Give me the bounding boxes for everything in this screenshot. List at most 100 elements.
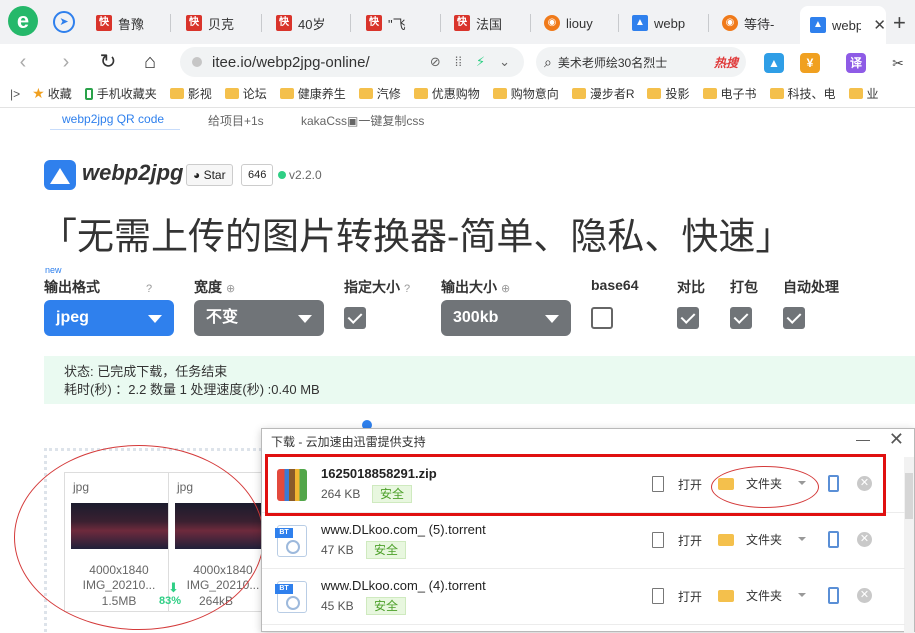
download-item[interactable]: BT www.DLkoo.com_ (4).torrent 45 KB 安全 打… [262, 569, 905, 625]
folder-icon [571, 88, 586, 99]
open-button[interactable]: 打开 [678, 588, 702, 605]
tab-5[interactable]: 快法国 [454, 9, 520, 37]
output-size-select[interactable]: 300kb [441, 300, 571, 336]
bookmark-folder[interactable]: 投影 [647, 85, 690, 102]
dialog-scrollbar[interactable] [904, 457, 914, 633]
bookmark-favorites[interactable]: ★ 收藏 [32, 85, 72, 102]
version-label: v2.2.0 [278, 168, 322, 182]
folder-icon [413, 88, 428, 99]
tab-7[interactable]: ▲ webp [632, 9, 698, 37]
base64-checkbox[interactable] [591, 307, 613, 329]
tab-6[interactable]: ◉ liouy [544, 9, 610, 37]
tab-separator [170, 14, 171, 32]
remove-item-icon[interactable]: ✕ [857, 532, 872, 547]
tab-3[interactable]: 快 40岁 [276, 9, 342, 37]
qr-code-link[interactable]: webp2jpg QR code [62, 112, 164, 126]
help-icon[interactable]: ? [404, 283, 410, 295]
close-icon[interactable]: ✕ [889, 429, 904, 450]
chevron-down-icon[interactable]: ⌄ [499, 54, 510, 70]
folder-icon [358, 88, 373, 99]
search-icon: ⌕ [544, 53, 552, 70]
scissors-icon[interactable]: ✂ [888, 53, 908, 73]
bookmark-bar: |> ★ 收藏 手机收藏夹 影视 论坛 健康养生 汽修 优惠购物 购物意向 漫步者… [0, 80, 915, 108]
tab-1[interactable]: 快鲁豫 [96, 9, 162, 37]
bookmark-folder[interactable]: 优惠购物 [413, 85, 480, 102]
bookmark-mobile[interactable]: 手机收藏夹 [84, 85, 157, 102]
folder-dropdown-icon[interactable] [798, 537, 806, 541]
compass-icon[interactable]: ➤ [53, 11, 75, 33]
grid-icon[interactable]: ⁞⁞ [455, 54, 462, 70]
format-select[interactable]: jpeg [44, 300, 174, 336]
dialog-title: 下载 - 云加速由迅雷提供支持 [271, 435, 426, 449]
forward-arrow-icon[interactable]: › [55, 51, 77, 73]
extension-icon[interactable]: ▲ [764, 53, 784, 73]
bookmark-folder[interactable]: 科技、电 [769, 85, 836, 102]
scrollbar-thumb[interactable] [905, 473, 913, 519]
plus-circle-icon[interactable]: ⊕ [501, 283, 510, 295]
news-favicon-icon: 快 [366, 15, 382, 31]
minimize-icon[interactable]: — [856, 431, 870, 447]
back-arrow-icon[interactable]: ‹ [12, 51, 34, 73]
annotation-circle [711, 466, 819, 508]
phone-icon [84, 87, 93, 100]
yen-extension-icon[interactable]: ¥ [800, 53, 820, 73]
tab-active[interactable]: ▲ webp ✕ [800, 6, 886, 44]
site-info-icon[interactable] [192, 57, 202, 67]
browser-logo-icon[interactable]: e [8, 6, 38, 36]
download-item[interactable]: BT www.DLkoo.com_ (5).torrent 47 KB 安全 打… [262, 513, 905, 569]
tab-2[interactable]: 快贝克 [186, 9, 252, 37]
sidebar-toggle-icon[interactable]: |> [10, 87, 20, 101]
width-select[interactable]: 不变 [194, 300, 324, 336]
torrent-file-icon: BT [275, 581, 307, 613]
tab-4[interactable]: 快 "飞 [366, 9, 432, 37]
bookmark-folder[interactable]: 购物意向 [492, 85, 559, 102]
plus-circle-icon[interactable]: ⊕ [226, 283, 235, 295]
tab-separator [350, 14, 351, 32]
bookmark-folder[interactable]: 汽修 [358, 85, 401, 102]
reload-icon[interactable]: ↻ [97, 51, 119, 73]
brand-name: webp2jpg [82, 160, 184, 185]
pack-checkbox[interactable] [730, 307, 752, 329]
home-icon[interactable]: ⌂ [139, 51, 161, 73]
status-line: 状态: 已完成下载，任务结束 [64, 364, 228, 379]
remove-item-icon[interactable]: ✕ [857, 588, 872, 603]
folder-icon [718, 534, 734, 546]
subnav-underline [50, 129, 180, 130]
bookmark-folder[interactable]: 健康养生 [279, 85, 346, 102]
bookmark-folder[interactable]: 论坛 [224, 85, 267, 102]
compare-checkbox[interactable] [677, 307, 699, 329]
block-icon[interactable]: ⊘ [430, 54, 441, 70]
tab-close-icon[interactable]: ✕ [873, 16, 886, 34]
open-folder-button[interactable]: 文件夹 [746, 587, 782, 604]
fixed-size-checkbox[interactable] [344, 307, 366, 329]
format-label: 输出格式? [44, 279, 153, 295]
base64-label: base64 [591, 277, 639, 293]
github-star-button[interactable]: ◕ Star [186, 164, 233, 186]
safe-badge: 安全 [366, 541, 407, 559]
folder-icon [702, 88, 717, 99]
folder-dropdown-icon[interactable] [798, 593, 806, 597]
help-icon[interactable]: ? [146, 283, 152, 295]
folder-icon [492, 88, 507, 99]
address-bar[interactable]: itee.io/webp2jpg-online/ ⊘ ⁞⁞ ⚡ ⌄ [180, 47, 524, 77]
translate-extension-icon[interactable]: 译 [846, 53, 866, 73]
search-box[interactable]: ⌕ 美术老师绘30名烈士 热搜 [536, 47, 746, 77]
tab-8[interactable]: ◉ 等待- [722, 9, 788, 37]
star-count[interactable]: 646 [241, 164, 274, 186]
open-button[interactable]: 打开 [678, 532, 702, 549]
bookmark-folder[interactable]: 影视 [169, 85, 212, 102]
bookmark-folder[interactable]: 电子书 [702, 85, 757, 102]
send-to-phone-icon[interactable] [828, 531, 839, 548]
bolt-icon[interactable]: ⚡ [476, 54, 485, 70]
send-to-phone-icon[interactable] [828, 587, 839, 604]
star-project-link[interactable]: 给项目+1s [208, 112, 264, 129]
bookmark-folder[interactable]: 业 [848, 85, 879, 102]
bookmark-folder[interactable]: 漫步者R [571, 85, 634, 102]
webp2jpg-logo-icon [44, 160, 76, 190]
download-filename: www.DLkoo.com_ (5).torrent [321, 522, 486, 537]
kakacss-link[interactable]: kakaCss▣一键复制css [301, 112, 424, 129]
auto-process-checkbox[interactable] [783, 307, 805, 329]
open-folder-button[interactable]: 文件夹 [746, 531, 782, 548]
safe-badge: 安全 [366, 597, 407, 615]
new-tab-plus-icon[interactable]: + [893, 10, 906, 36]
